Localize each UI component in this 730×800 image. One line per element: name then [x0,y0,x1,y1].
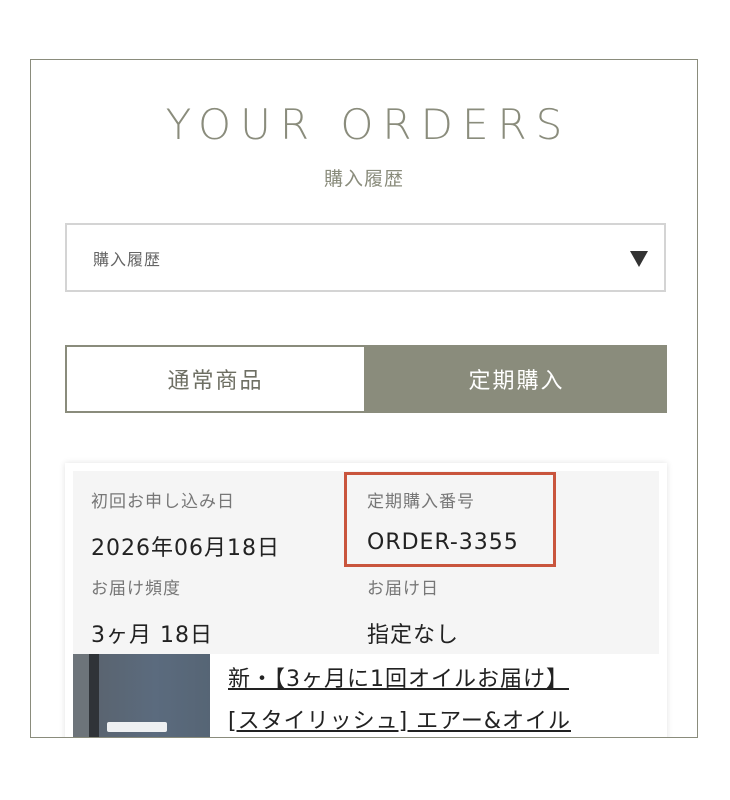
page-title: YOUR ORDERS [165,100,572,149]
product-title-line1: 新・【3ヶ月に1回オイルお届け】 [228,667,569,692]
product-image[interactable] [73,654,210,737]
product-title-link[interactable]: 新・【3ヶ月に1回オイルお届け】 [スタイリッシュ] エアー&オイル [228,659,648,737]
frequency-label: お届け頻度 [91,579,181,599]
delivery-date-label: お届け日 [367,579,439,599]
product-title-line2: [スタイリッシュ] エアー&オイル [228,709,571,734]
tab-normal-products[interactable]: 通常商品 [65,345,366,413]
order-tabs: 通常商品 定期購入 [65,345,667,413]
first-order-date-field: 初回お申し込み日 2026年06月18日 [91,487,280,562]
order-type-select[interactable]: 購入履歴 [65,223,666,292]
delivery-date-value: 指定なし [367,623,460,648]
frequency-field: お届け頻度 3ヶ月 18日 [91,574,213,649]
delivery-date-field: お届け日 指定なし [367,574,459,649]
tab-subscription[interactable]: 定期購入 [366,345,667,413]
triangle-down-icon [630,251,648,267]
subscription-number-highlight [344,472,556,567]
orders-panel: YOUR ORDERS 購入履歴 購入履歴 通常商品 定期購入 初回お申し込み日… [30,59,698,738]
first-order-date-label: 初回お申し込み日 [91,492,235,512]
order-type-select-value: 購入履歴 [93,250,162,269]
frequency-value: 3ヶ月 18日 [91,623,213,648]
product-image-box [107,722,167,732]
page-subtitle: 購入履歴 [323,168,404,190]
first-order-date-value: 2026年06月18日 [91,536,280,561]
product-image-strip [89,654,99,737]
